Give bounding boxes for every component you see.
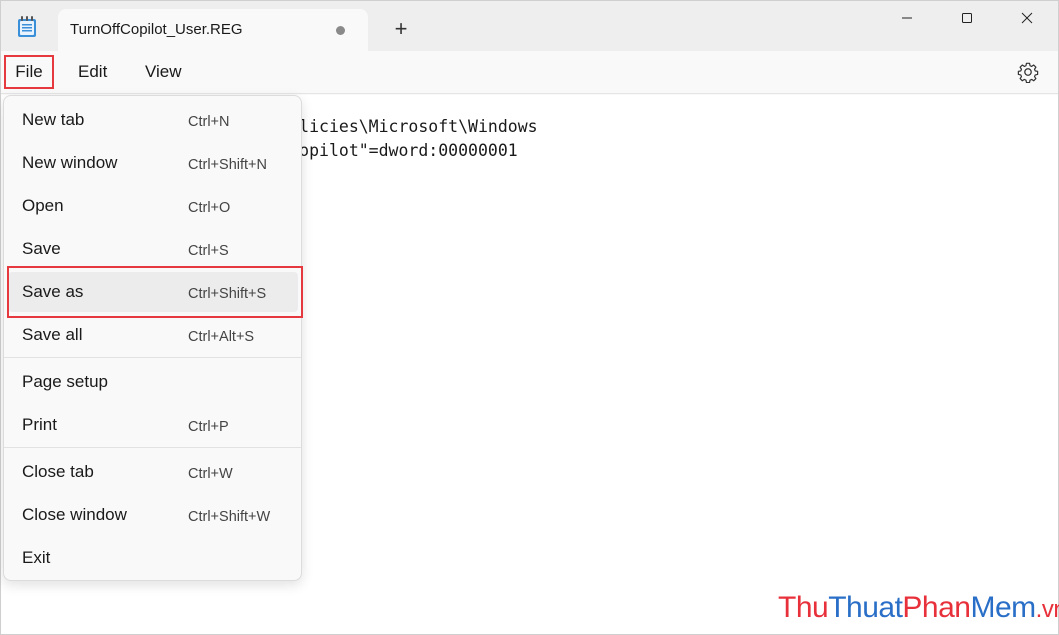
watermark-part: Thu [778, 591, 829, 624]
watermark-part: Mem [970, 591, 1037, 624]
save-as-highlight [7, 266, 303, 318]
watermark: ThuThuatPhanMem.vn [778, 591, 1059, 625]
maximize-button[interactable] [937, 1, 997, 35]
menu-item-save-all[interactable]: Save all Ctrl+Alt+S [8, 315, 298, 355]
menu-separator [4, 357, 301, 358]
menu-item-shortcut: Ctrl+S [188, 243, 229, 259]
menu-item-label: Save all [22, 325, 83, 344]
menu-item-shortcut: Ctrl+Shift+N [188, 157, 267, 173]
menu-bar: File Edit View [1, 51, 1058, 94]
menu-item-shortcut: Ctrl+W [188, 466, 233, 482]
menu-item-close-window[interactable]: Close window Ctrl+Shift+W [8, 495, 298, 535]
menu-item-shortcut: Ctrl+P [188, 419, 229, 435]
menu-item-label: Print [22, 415, 57, 434]
watermark-part: Thuat [828, 591, 903, 624]
menu-file[interactable]: File [4, 55, 54, 89]
gear-icon[interactable] [1017, 61, 1041, 85]
title-bar: TurnOffCopilot_User.REG + [1, 1, 1058, 51]
watermark-part: .vn [1035, 596, 1059, 623]
menu-item-close-tab[interactable]: Close tab Ctrl+W [8, 452, 298, 492]
unsaved-dot-icon[interactable] [336, 26, 345, 35]
menu-item-shortcut: Ctrl+N [188, 114, 230, 130]
menu-item-open[interactable]: Open Ctrl+O [8, 186, 298, 226]
menu-item-label: Open [22, 196, 64, 215]
menu-view[interactable]: View [145, 55, 182, 89]
menu-item-new-window[interactable]: New window Ctrl+Shift+N [8, 143, 298, 183]
menu-separator [4, 447, 301, 448]
menu-item-new-tab[interactable]: New tab Ctrl+N [8, 100, 298, 140]
menu-item-label: New window [22, 153, 118, 172]
notepad-icon [17, 16, 37, 38]
minimize-button[interactable] [877, 1, 937, 35]
menu-item-label: Save [22, 239, 61, 258]
menu-item-save[interactable]: Save Ctrl+S [8, 229, 298, 269]
menu-item-label: New tab [22, 110, 85, 129]
notepad-window: TurnOffCopilot_User.REG + File Edit View [0, 0, 1059, 635]
menu-item-label: Page setup [22, 372, 109, 391]
watermark-part: Phan [902, 591, 971, 624]
plus-icon[interactable]: + [387, 15, 415, 43]
tab-title: TurnOffCopilot_User.REG [70, 21, 243, 38]
menu-item-exit[interactable]: Exit [8, 538, 298, 578]
menu-edit[interactable]: Edit [78, 55, 107, 89]
menu-item-shortcut: Ctrl+Alt+S [188, 329, 255, 345]
menu-item-print[interactable]: Print Ctrl+P [8, 405, 298, 445]
menu-item-shortcut: Ctrl+Shift+W [188, 509, 271, 525]
menu-item-label: Exit [22, 548, 51, 567]
menu-item-shortcut: Ctrl+O [188, 200, 231, 216]
document-tab[interactable]: TurnOffCopilot_User.REG [58, 9, 368, 51]
menu-item-page-setup[interactable]: Page setup [8, 362, 298, 402]
file-menu-dropdown: New tab Ctrl+N New window Ctrl+Shift+N O… [3, 95, 303, 581]
close-button[interactable] [997, 1, 1057, 35]
menu-item-label: Close tab [22, 462, 94, 481]
menu-item-label: Close window [22, 505, 127, 524]
